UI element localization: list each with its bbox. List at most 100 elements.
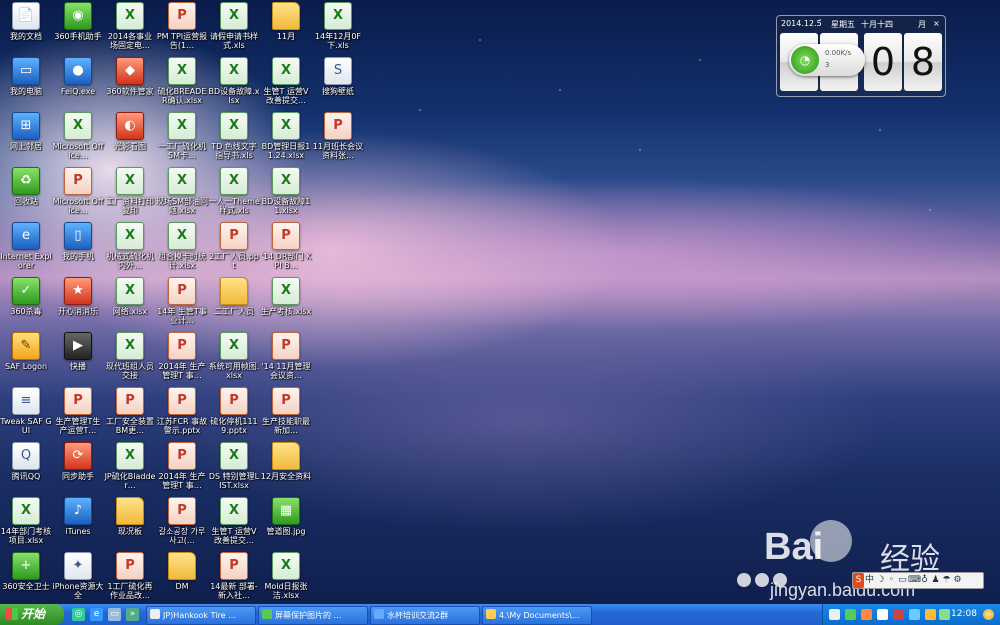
desktop-icon[interactable]: P 江苏FCR 事故警示.pptx — [156, 387, 208, 435]
quicklaunch-360-icon[interactable]: ◎ — [72, 608, 85, 621]
desktop-icon[interactable]: P 11月班长会议资料张… — [312, 112, 364, 160]
desktop-icon[interactable]: P 硫化停机1119.pptx — [208, 387, 260, 435]
desktop-icon[interactable]: 12月安全资料 — [260, 442, 312, 481]
quicklaunch-media-icon[interactable]: » — [126, 608, 139, 621]
desktop-icon[interactable]: P 14年 生管T事业计… — [156, 277, 208, 325]
desktop-icon[interactable]: ▦ 管道图.jpg — [260, 497, 312, 536]
gadget-close-icon[interactable]: × — [933, 19, 940, 28]
desktop-icon[interactable]: S 搜狗壁纸 — [312, 57, 364, 96]
tray-volume-icon[interactable] — [861, 609, 872, 620]
desktop-icon[interactable]: X 硫化BREADER确认.xlsx — [156, 57, 208, 105]
desktop-icon[interactable]: X 组合模卡时统计.xlsx — [156, 222, 208, 270]
desktop-icon[interactable]: X BD管理日报11.24.xlsx — [260, 112, 312, 160]
desktop-icon[interactable]: ★ 开心消消乐 — [52, 277, 104, 316]
ime-punct-icon[interactable]: ◦ — [886, 573, 897, 588]
desktop-icon[interactable]: Q 腾讯QQ — [0, 442, 52, 481]
desktop-icon[interactable]: X DS 特别管理LIST.xlsx — [208, 442, 260, 490]
desktop-icon[interactable]: ✓ 360杀毒 — [0, 277, 52, 316]
network-monitor[interactable]: ◔ 0.00K/s 3 — [789, 44, 865, 76]
task-my-documents[interactable]: 4.\My Documents\… — [482, 606, 592, 625]
gadget-month-button[interactable]: 月 — [918, 19, 926, 30]
clock-gadget[interactable]: 2014.12.5 星期五 十月十四 月 × 0 8 ◔ 0.00K/s 3 — [776, 15, 946, 97]
desktop-icon[interactable]: ◆ 360软件管家 — [104, 57, 156, 96]
desktop-icon[interactable]: 现况板 — [104, 497, 156, 536]
desktop-icon[interactable]: X 请假申请书样式.xls — [208, 2, 260, 50]
quicklaunch-desktop-icon[interactable]: ▭ — [108, 608, 121, 621]
desktop-icon[interactable]: ◉ 360手机助手 — [52, 2, 104, 41]
desktop-icon[interactable]: X 生管T 运营V改善提交… — [260, 57, 312, 105]
desktop-icon[interactable]: X Mold日报张洁.xlsx — [260, 552, 312, 600]
start-button[interactable]: 开始 — [0, 604, 64, 625]
desktop-icon[interactable]: ▶ 快播 — [52, 332, 104, 371]
desktop-icon[interactable]: P 1工厂硫化再作业品改… — [104, 552, 156, 600]
desktop-icon[interactable]: P 갈소공장 가루 사고(… — [156, 497, 208, 545]
desktop-icon[interactable]: X 现场SM部油问题.xlsx — [156, 167, 208, 215]
bubble-icon[interactable] — [755, 572, 769, 587]
tray-sogou-icon[interactable] — [877, 609, 888, 620]
task-screensaver[interactable]: 屏幕保护图片的 … — [258, 606, 368, 625]
sogou-icon[interactable]: S — [853, 573, 864, 588]
desktop-icon[interactable]: ⟳ 同步助手 — [52, 442, 104, 481]
desktop-icon[interactable]: P '14 DR部门 KPI B… — [260, 222, 312, 270]
ime-settings-icon[interactable]: ⚙ — [952, 573, 963, 588]
desktop-icon[interactable]: X 网络.xlsx — [104, 277, 156, 316]
tray-clock[interactable]: 12:08 — [951, 604, 977, 625]
desktop-icon[interactable]: X BD设备故障.xlsx — [208, 57, 260, 105]
desktop-icon[interactable]: P 2工厂人员.ppt — [208, 222, 260, 270]
desktop-icon[interactable]: X 一人一Theme样式.xls — [208, 167, 260, 215]
desktop-icon[interactable]: ♪ iTunes — [52, 497, 104, 536]
desktop-icon[interactable]: P Microsoft Office… — [52, 167, 104, 215]
smile-icon[interactable] — [737, 572, 751, 587]
desktop-icon[interactable]: X JP硫化Bladder… — [104, 442, 156, 490]
desktop-icon[interactable]: ≡ Tweak SAF GUI — [0, 387, 52, 435]
desktop-icon[interactable]: X 一工厂硫化机SM卡… — [156, 112, 208, 160]
ime-globe-icon[interactable]: ♁ — [919, 573, 930, 588]
desktop-icon[interactable]: P 工厂安全装置BM更… — [104, 387, 156, 435]
tray-qq-icon[interactable] — [909, 609, 920, 620]
desktop-icon[interactable]: X 系统可用帧图.xlsx — [208, 332, 260, 380]
tray-ime-icon[interactable] — [829, 609, 840, 620]
desktop-icon[interactable]: 11月 — [260, 2, 312, 41]
desktop-icon[interactable]: P 14最新 部署-新入社… — [208, 552, 260, 600]
ime-keyboard-icon[interactable]: ⌨ — [908, 573, 921, 588]
desktop-icon[interactable]: ✎ SAF Logon — [0, 332, 52, 371]
desktop-icon[interactable]: X TD 色线文字指导书.xls — [208, 112, 260, 160]
ime-box-icon[interactable]: ▭ — [897, 573, 908, 588]
desktop-icon[interactable]: +360安全卫士 — [0, 552, 52, 591]
tray-safe-icon[interactable] — [939, 609, 950, 620]
tray-network-icon[interactable] — [845, 609, 856, 620]
desktop-icon[interactable]: X 2014各事业场固定电… — [104, 2, 156, 50]
ime-mode-icon[interactable]: 中 — [864, 573, 875, 588]
desktop-icon[interactable]: ◐ 光影看图 — [104, 112, 156, 151]
desktop-icon[interactable]: X 工厂资料打印复印 — [104, 167, 156, 215]
ime-toolbar[interactable]: S 中 ☽ ◦ ▭⌨♁ ♟ ☂ ⚙ — [852, 572, 984, 589]
desktop-icon[interactable]: X BD设备故障11.xlsx — [260, 167, 312, 215]
desktop-icon[interactable]: ▭ 我的电脑 — [0, 57, 52, 96]
ime-skin-icon[interactable]: ☂ — [941, 573, 952, 588]
task-hankook[interactable]: JP)Hankook Tire … — [146, 606, 256, 625]
desktop-icon[interactable]: P 生产管理T生产运营T… — [52, 387, 104, 435]
ime-moon-icon[interactable]: ☽ — [875, 573, 886, 588]
tray-update-icon[interactable] — [925, 609, 936, 620]
quicklaunch-ie-icon[interactable]: e — [90, 608, 103, 621]
desktop-icon[interactable]: ⊞ 网上邻居 — [0, 112, 52, 151]
desktop-icon[interactable]: X 14年12月0F下.xls — [312, 2, 364, 50]
desktop-icon[interactable]: ▯ 我的手机 — [52, 222, 104, 261]
desktop-icon[interactable]: P 2014年 生产管理T 事… — [156, 332, 208, 380]
desktop-icon[interactable]: ♻ 回收站 — [0, 167, 52, 206]
tray-sun-icon[interactable] — [983, 609, 994, 620]
desktop-icon[interactable]: P 2014年 生产管理T 事… — [156, 442, 208, 490]
desktop-icon[interactable]: X 生管T 运营V改善提交… — [208, 497, 260, 545]
desktop-icon[interactable]: X 生产考核.xlsx — [260, 277, 312, 316]
tray-360-icon[interactable] — [893, 609, 904, 620]
desktop-icon[interactable]: ✦ iPhone资源大全 — [52, 552, 104, 600]
desktop-icon[interactable]: P PM TPI运营报告(1… — [156, 2, 208, 50]
desktop-icon[interactable]: X 现代班组人员交接 — [104, 332, 156, 380]
desktop-icon[interactable]: DM — [156, 552, 208, 591]
desktop-icon[interactable]: ● FeiQ.exe — [52, 57, 104, 96]
desktop-icon[interactable]: X 机械式硫化机内外… — [104, 222, 156, 270]
desktop-icon[interactable]: P 生产技能职最新加… — [260, 387, 312, 435]
window-icon[interactable] — [773, 572, 787, 587]
desktop-icon[interactable]: e Internet Explorer — [0, 222, 52, 270]
task-qq-group[interactable]: 水杯培训交流2群 — [370, 606, 480, 625]
